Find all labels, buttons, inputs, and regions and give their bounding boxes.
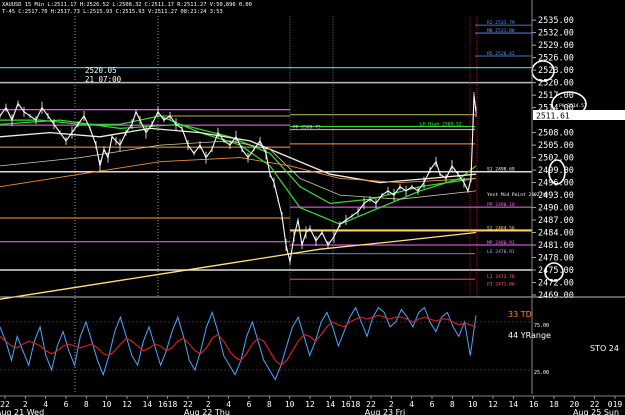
x-tick-label: 18 bbox=[549, 400, 559, 409]
x-tick-label: 1618 bbox=[158, 400, 177, 409]
x-tick-label: 10 bbox=[468, 400, 478, 409]
y-tick-label: 2535.00 bbox=[538, 16, 574, 26]
y-tick-label: 2481.00 bbox=[538, 241, 574, 251]
x-date-label: Aug 21 Wed bbox=[0, 408, 44, 415]
x-tick-label: 4 bbox=[409, 400, 414, 409]
x-tick-label: 10 bbox=[102, 400, 112, 409]
y-tick-label: 2508.00 bbox=[538, 129, 574, 139]
x-tick-label: 12 bbox=[122, 400, 132, 409]
header-line-2: T-45 C:2517.70 H:2517.73 L:2515.93 C:251… bbox=[2, 9, 223, 15]
osc-label-td: 33 TD bbox=[508, 310, 532, 319]
chart-window: R2 2533.79 MB 2531.88 R5 2526.42 LH High 25… bbox=[0, 0, 625, 415]
price-axis: 2535.00 2532.00 2529.00 2526.00 2523.00 2520.… bbox=[532, 16, 574, 301]
x-date-label: Aug 25 Sun bbox=[573, 408, 619, 415]
header-line-1: XAUUSD 15 Min L:2511.17 H:2526.52 L:2508… bbox=[2, 2, 252, 8]
y-tick-label: 2478.00 bbox=[538, 254, 574, 264]
y-tick-label: 2523.00 bbox=[538, 66, 574, 76]
x-tick-label: 6 bbox=[64, 400, 69, 409]
y-tick-label: 2475.00 bbox=[538, 266, 574, 276]
y-tick-label: 2484.00 bbox=[538, 229, 574, 239]
level-label: LH High 2509.52 bbox=[420, 121, 462, 127]
tooltip-time: 21 07:00 bbox=[85, 75, 122, 84]
x-tick-label: 8 bbox=[84, 400, 89, 409]
y-tick-label: 2529.00 bbox=[538, 41, 574, 51]
x-tick-label: 12 bbox=[305, 400, 315, 409]
level-label: R2 2533.79 bbox=[487, 20, 515, 26]
x-tick-label: 14 bbox=[509, 400, 519, 409]
x-tick-label: 14 bbox=[143, 400, 153, 409]
y-tick-label: 2487.00 bbox=[538, 216, 574, 226]
y-tick-label: 2502.00 bbox=[538, 154, 574, 164]
level-label: L3 2472.78 bbox=[487, 274, 515, 280]
x-tick-label: 6 bbox=[247, 400, 252, 409]
tooltip-value: 2520.05 bbox=[85, 66, 117, 75]
y-tick-label: 2493.00 bbox=[538, 191, 574, 201]
level-label: MB 2531.88 bbox=[487, 28, 515, 34]
y-tick-label: 2490.00 bbox=[538, 204, 574, 214]
x-tick-label: 6 bbox=[430, 400, 435, 409]
level-label: LG 2478.91 bbox=[487, 249, 515, 255]
y-tick-label: 2517.00 bbox=[538, 91, 574, 101]
x-date-label: Aug 22 Thu bbox=[184, 408, 230, 415]
x-tick-label: 8 bbox=[267, 400, 272, 409]
y-tick-label: 2532.00 bbox=[538, 29, 574, 39]
y-tick-label: 2499.00 bbox=[538, 166, 574, 176]
y-tick-label: 2526.00 bbox=[538, 54, 574, 64]
level-label: PP 2508.75 bbox=[293, 125, 321, 131]
y-tick-label: 2472.00 bbox=[538, 279, 574, 289]
level-label: MP 2480.91 bbox=[487, 240, 515, 246]
last-price: 2511.61 bbox=[536, 112, 570, 121]
level-label: S2 2484.56 bbox=[487, 225, 515, 231]
level-label: P3 2471.06 bbox=[487, 281, 515, 287]
x-tick-label: 1618 bbox=[341, 400, 360, 409]
y-tick-label: 2496.00 bbox=[538, 179, 574, 189]
price-chart[interactable]: R2 2533.79 MB 2531.88 R5 2526.42 LH High 25… bbox=[0, 0, 625, 415]
osc-label-yrange: 44 YRange bbox=[508, 331, 551, 340]
level-label: PP 2490.10 bbox=[487, 202, 515, 208]
x-tick-label: 8 bbox=[450, 400, 455, 409]
y-tick-label: 2469.00 bbox=[538, 291, 574, 301]
x-tick-label: 12 bbox=[488, 400, 498, 409]
y-tick-label: 2520.00 bbox=[538, 79, 574, 89]
y-tick-label: 2505.00 bbox=[538, 141, 574, 151]
osc-tick-75: 75.00 bbox=[534, 323, 549, 329]
level-label: R5 2526.42 bbox=[487, 51, 515, 57]
x-tick-label: 16 bbox=[529, 400, 539, 409]
level-label: S1 2498.69 bbox=[487, 167, 515, 173]
x-date-label: Aug 23 Fri bbox=[365, 408, 405, 415]
x-tick-label: 10 bbox=[285, 400, 295, 409]
sto-label: STO 24 bbox=[590, 344, 619, 353]
osc-tick-25: 25.00 bbox=[534, 370, 549, 376]
x-tick-label: 14 bbox=[326, 400, 336, 409]
